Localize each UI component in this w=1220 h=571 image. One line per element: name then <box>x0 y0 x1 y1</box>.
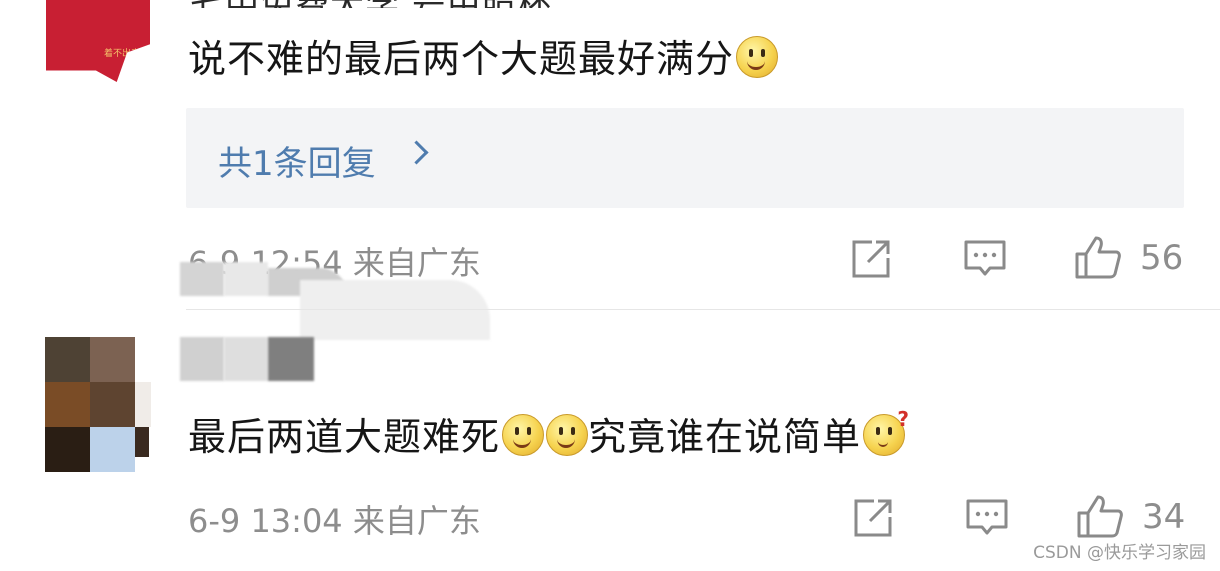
censor-blur <box>300 280 490 340</box>
comment-body: 最后两道大题难死 <box>188 415 501 459</box>
censor-blur <box>180 337 224 381</box>
chevron-right-icon <box>404 140 429 165</box>
divider <box>186 309 1220 310</box>
share-icon[interactable] <box>850 238 892 280</box>
comment-icon[interactable] <box>965 497 1009 539</box>
watermark: CSDN @快乐学习家园 <box>1033 543 1206 563</box>
censor-blur <box>224 337 268 381</box>
comment-body: 说不难的最后两个大题最好满分 <box>188 37 735 81</box>
avatar[interactable] <box>45 337 179 472</box>
previous-username-cut: 七中免费大学 号由照杯 <box>190 0 610 8</box>
comment-meta: 6-9 13:04 来自广东 <box>188 502 481 540</box>
thinking-emoji-icon: ? <box>863 407 909 456</box>
censor-blur <box>180 262 224 296</box>
avatar[interactable]: 着不出来 <box>46 0 150 82</box>
view-replies-link[interactable]: 共1条回复 <box>218 136 376 185</box>
comment-icon[interactable] <box>963 238 1007 280</box>
comment-body: 究竟谁在说简单 <box>588 415 862 459</box>
reply-summary[interactable]: 共1条回复 <box>186 108 1184 208</box>
like-icon[interactable] <box>1076 493 1124 539</box>
comment-text: 最后两道大题难死 究竟谁在说简单? <box>188 406 909 461</box>
like-icon[interactable] <box>1074 234 1122 280</box>
avatar-label: 着不出来 <box>104 49 141 59</box>
smile-emoji-icon <box>502 414 545 456</box>
censor-blur <box>224 262 268 296</box>
like-count: 56 <box>1140 238 1184 278</box>
censor-blur <box>268 337 314 381</box>
like-count: 34 <box>1142 497 1186 537</box>
comment-text: 说不难的最后两个大题最好满分 <box>188 28 779 83</box>
smile-emoji-icon <box>546 414 589 456</box>
smile-emoji-icon <box>736 36 779 78</box>
share-icon[interactable] <box>852 497 894 539</box>
